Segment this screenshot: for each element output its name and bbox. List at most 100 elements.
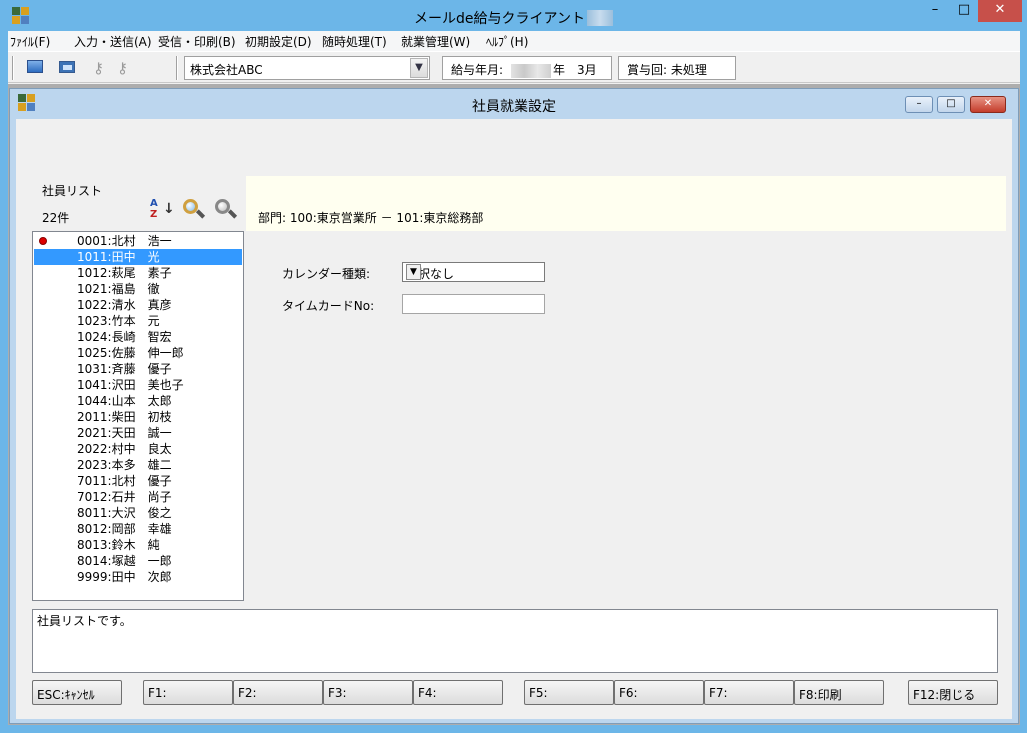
f6-button[interactable]: F6: xyxy=(614,680,704,705)
employee-list-title: 社員リスト xyxy=(42,184,103,198)
employee-label: 8012:岡部 幸雄 xyxy=(77,522,172,536)
list-item[interactable]: 8013:鈴木 純 xyxy=(34,537,242,553)
employee-list-header: 社員リスト 22件 A Z ↓ xyxy=(32,176,243,231)
list-item[interactable]: 8014:塚越 一郎 xyxy=(34,553,242,569)
list-item[interactable]: 1031:斉藤 優子 xyxy=(34,361,242,377)
calendar-type-select[interactable]: 選択なし ▼ xyxy=(402,262,545,282)
list-item[interactable]: 8012:岡部 幸雄 xyxy=(34,521,242,537)
f8-print-button[interactable]: F8:印刷 xyxy=(794,680,884,705)
f4-button[interactable]: F4: xyxy=(413,680,503,705)
f3-button[interactable]: F3: xyxy=(323,680,413,705)
bonus-status: 賞与回: 未処理 xyxy=(627,63,707,77)
employee-label: 1031:斉藤 優子 xyxy=(77,362,172,376)
sort-icon-arrow: ↓ xyxy=(163,201,175,217)
employee-label: 1044:山本 太郎 xyxy=(77,394,172,408)
menu-receive-print[interactable]: 受信・印刷(B) xyxy=(158,33,236,50)
chevron-down-icon[interactable]: ▼ xyxy=(410,58,428,78)
key-icon: ⚷ xyxy=(117,59,128,77)
menu-work-management[interactable]: 就業管理(W) xyxy=(401,33,470,50)
menu-help[interactable]: ﾍﾙﾌﾟ(H) xyxy=(486,33,528,50)
search-clear-icon[interactable] xyxy=(214,198,238,222)
f1-button[interactable]: F1: xyxy=(143,680,233,705)
child-close-button[interactable]: ✕ xyxy=(970,96,1006,113)
department-bar: 部門: 100:東京営業所 － 101:東京総務部 xyxy=(246,176,1006,231)
timecard-input[interactable] xyxy=(402,294,545,314)
menu-bar: ﾌｧｲﾙ(F) 入力・送信(A) 受信・印刷(B) 初期設定(D) 随時処理(T… xyxy=(8,31,1020,51)
list-item[interactable]: 0001:北村 浩一 xyxy=(34,233,242,249)
list-item[interactable]: 7011:北村 優子 xyxy=(34,473,242,489)
menu-input-send[interactable]: 入力・送信(A) xyxy=(74,33,152,50)
toolbar-separator xyxy=(176,56,178,80)
f7-button[interactable]: F7: xyxy=(704,680,794,705)
employee-list[interactable]: 0001:北村 浩一 1011:田中 光 1012:萩尾 素子 1021:福島 徹 10… xyxy=(32,231,244,601)
list-item[interactable]: 2021:天田 誠一 xyxy=(34,425,242,441)
fkey-label: F12:閉じる xyxy=(913,688,976,702)
f12-close-button[interactable]: F12:閉じる xyxy=(908,680,998,705)
detail-panel: 部門: 100:東京営業所 － 101:東京総務部 カレンダー種類: 選択なし … xyxy=(246,176,1006,601)
list-item[interactable]: 1041:沢田 美也子 xyxy=(34,377,242,393)
menu-initial-settings[interactable]: 初期設定(D) xyxy=(245,33,312,50)
company-name: 株式会社ABC xyxy=(190,63,263,77)
employee-label: 1022:清水 真彦 xyxy=(77,298,172,312)
key-icon: ⚷ xyxy=(93,59,104,77)
sort-az-icon[interactable]: A Z ↓ xyxy=(150,198,175,226)
child-minimize-button[interactable]: – xyxy=(905,96,933,113)
child-window-title: 社員就業設定 xyxy=(472,99,556,115)
menu-file[interactable]: ﾌｧｲﾙ(F) xyxy=(10,33,50,50)
employee-label: 2021:天田 誠一 xyxy=(77,426,172,440)
search-icon[interactable] xyxy=(182,198,206,222)
employee-label: 1023:竹本 元 xyxy=(77,314,160,328)
list-item[interactable]: 2023:本多 雄二 xyxy=(34,457,242,473)
app-window: メールde給与クライアント – □ ✕ ﾌｧｲﾙ(F) 入力・送信(A) 受信・… xyxy=(0,0,1027,733)
department-label: 部門: 100:東京営業所 － 101:東京総務部 xyxy=(258,211,484,225)
list-item[interactable]: 2022:村中 良太 xyxy=(34,441,242,457)
f5-button[interactable]: F5: xyxy=(524,680,614,705)
employee-count: 22件 xyxy=(42,211,70,225)
employee-label: 7012:石井 尚子 xyxy=(77,490,172,504)
mdi-area: 社員就業設定 – □ ✕ 社員リスト 22件 A Z ↓ 0001:北村 浩一 … xyxy=(8,84,1020,725)
list-item[interactable]: 7012:石井 尚子 xyxy=(34,489,242,505)
employee-label: 1012:萩尾 素子 xyxy=(77,266,172,280)
fkey-label: ESC:ｷｬﾝｾﾙ xyxy=(37,688,95,702)
fkey-label: F2: xyxy=(238,686,257,700)
list-item[interactable]: 1024:長崎 智宏 xyxy=(34,329,242,345)
sort-icon-z: Z xyxy=(150,209,158,220)
company-select[interactable]: 株式会社ABC ▼ xyxy=(184,56,430,80)
list-item[interactable]: 1025:佐藤 伸一郎 xyxy=(34,345,242,361)
close-button[interactable]: ✕ xyxy=(978,0,1022,22)
title-bar[interactable]: メールde給与クライアント – □ ✕ xyxy=(0,0,1027,32)
list-item[interactable]: 1012:萩尾 素子 xyxy=(34,265,242,281)
esc-cancel-button[interactable]: ESC:ｷｬﾝｾﾙ xyxy=(32,680,122,705)
list-item[interactable]: 1044:山本 太郎 xyxy=(34,393,242,409)
menu-adhoc[interactable]: 随時処理(T) xyxy=(322,33,387,50)
employee-label: 8011:大沢 俊之 xyxy=(77,506,172,520)
message-text: 社員リストです。 xyxy=(37,614,132,628)
message-box: 社員リストです。 xyxy=(32,609,998,673)
employee-label: 2011:柴田 初枝 xyxy=(77,410,172,424)
monitor-icon xyxy=(27,60,43,73)
list-item[interactable]: 1021:福島 徹 xyxy=(34,281,242,297)
toolbar-separator xyxy=(12,56,14,80)
toolbar-window-button[interactable] xyxy=(56,57,78,77)
list-item[interactable]: 2011:柴田 初枝 xyxy=(34,409,242,425)
list-item[interactable]: 1011:田中 光 xyxy=(34,249,242,265)
bonus-field: 賞与回: 未処理 xyxy=(618,56,736,80)
client-area: ﾌｧｲﾙ(F) 入力・送信(A) 受信・印刷(B) 初期設定(D) 随時処理(T… xyxy=(8,31,1020,725)
toolbar-key-button[interactable]: ⚷ xyxy=(90,57,112,77)
employee-label: 2023:本多 雄二 xyxy=(77,458,172,472)
list-item[interactable]: 1023:竹本 元 xyxy=(34,313,242,329)
chevron-down-icon[interactable]: ▼ xyxy=(406,264,421,280)
list-item[interactable]: 1022:清水 真彦 xyxy=(34,297,242,313)
child-title-bar[interactable]: 社員就業設定 – □ ✕ xyxy=(10,89,1018,119)
minimize-button[interactable]: – xyxy=(922,0,948,22)
child-maximize-button[interactable]: □ xyxy=(937,96,965,113)
list-item[interactable]: 9999:田中 次郎 xyxy=(34,569,242,585)
list-item[interactable]: 8011:大沢 俊之 xyxy=(34,505,242,521)
toolbar-key-button-2[interactable]: ⚷ xyxy=(114,57,136,77)
child-body: 社員リスト 22件 A Z ↓ 0001:北村 浩一 1011:田中 光 1012:… xyxy=(16,119,1012,719)
f2-button[interactable]: F2: xyxy=(233,680,323,705)
employee-label: 1024:長崎 智宏 xyxy=(77,330,172,344)
maximize-button[interactable]: □ xyxy=(951,0,977,22)
toolbar-monitor-button[interactable] xyxy=(24,57,46,77)
employee-label: 7011:北村 優子 xyxy=(77,474,172,488)
